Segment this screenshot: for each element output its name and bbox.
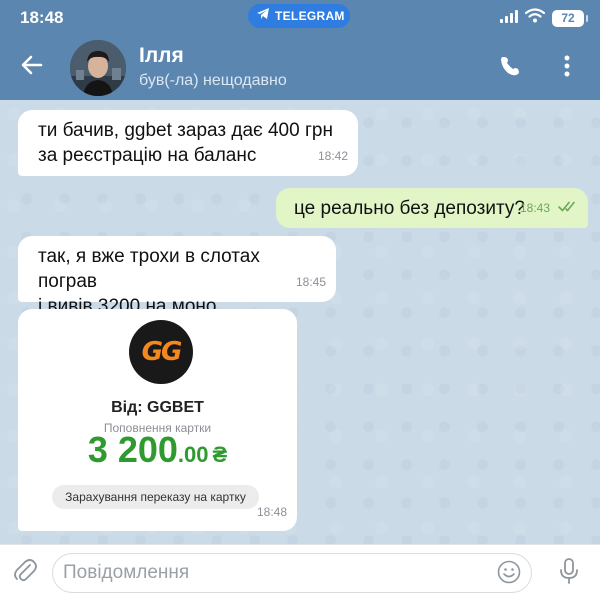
message-bubble[interactable]: це реально без депозиту? 18:43 <box>276 188 588 228</box>
message-input[interactable] <box>63 554 483 592</box>
input-bar <box>0 544 600 600</box>
ggbet-logo-text: GG <box>141 336 183 367</box>
wifi-icon <box>524 8 546 28</box>
paperclip-icon <box>13 557 37 588</box>
contact-name[interactable]: Ілля <box>139 44 184 68</box>
receipt-message[interactable]: GG Від: GGBET Поповнення картки 3 200.00… <box>18 309 297 531</box>
status-time: 18:48 <box>20 8 64 27</box>
message-time: 18:43 <box>519 201 550 215</box>
chat-area[interactable]: ти бачив, ggbet зараз дає 400 грн за реє… <box>0 100 600 544</box>
message-time: 18:42 <box>317 149 348 163</box>
emoji-button[interactable] <box>495 560 523 588</box>
message-bubble[interactable]: ти бачив, ggbet зараз дає 400 грн за реє… <box>18 110 358 176</box>
ggbet-logo: GG <box>129 320 193 384</box>
back-arrow-icon <box>21 55 43 80</box>
message-text-line: ти бачив, ggbet зараз дає 400 грн <box>38 120 333 141</box>
amount-integer: 3 200 <box>87 429 178 470</box>
avatar[interactable] <box>70 40 126 96</box>
battery-icon: 72 <box>552 9 588 27</box>
emoji-icon <box>497 560 521 589</box>
receipt-note-chip: Зарахування переказу на картку <box>52 485 259 509</box>
message-bubble[interactable]: так, я вже трохи в слотах пограв і вивів… <box>18 236 336 317</box>
voice-record-button[interactable] <box>554 557 584 589</box>
message-text-line: так, я вже трохи в слотах пограв <box>38 246 260 292</box>
message-time: 18:45 <box>295 275 326 289</box>
amount-decimal: .00 <box>177 442 209 467</box>
contact-status: був(-ла) нещодавно <box>139 72 287 89</box>
status-icons: 72 <box>500 8 588 28</box>
telegram-label: TELEGRAM <box>275 9 345 23</box>
chat-header: Ілля був(-ла) нещодавно <box>0 34 600 100</box>
signal-icon <box>500 9 518 28</box>
more-vertical-icon <box>564 55 570 82</box>
telegram-icon <box>256 7 270 25</box>
telegram-indicator[interactable]: TELEGRAM <box>248 4 350 28</box>
attach-button[interactable] <box>10 557 40 587</box>
currency-symbol: ₴ <box>212 442 228 467</box>
message-time: 18:48 <box>256 505 287 519</box>
back-button[interactable] <box>14 51 50 83</box>
read-check-icon <box>558 194 578 219</box>
microphone-icon <box>559 557 579 590</box>
more-button[interactable] <box>554 52 580 84</box>
message-field[interactable] <box>52 553 532 593</box>
message-text-line: за реєстрацію на баланс <box>38 145 257 166</box>
status-bar: 18:48 TELEGRAM 72 <box>0 0 600 34</box>
phone-icon <box>498 54 522 83</box>
receipt-amount: 3 200.00 ₴ <box>18 432 297 469</box>
call-button[interactable] <box>494 52 526 84</box>
